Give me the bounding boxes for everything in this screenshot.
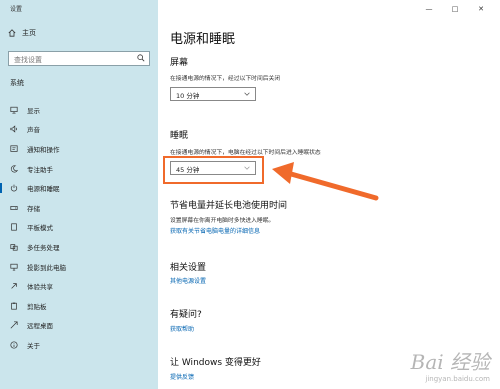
arrow-annotation <box>272 162 379 201</box>
screen-timeout-dropdown[interactable]: 10 分钟 <box>170 87 256 101</box>
search-icon <box>137 54 145 62</box>
other-power-settings-link[interactable]: 其他电源设置 <box>170 276 206 285</box>
share-icon <box>11 283 17 289</box>
home-icon <box>8 29 16 37</box>
screen-timeout-value: 10 分钟 <box>176 92 200 100</box>
battery-info-link[interactable]: 获取有关节省电脑电量的详细信息 <box>170 226 260 235</box>
sleep-heading: 睡眠 <box>170 131 189 141</box>
sidebar-item-project[interactable]: 投影到此电脑 <box>0 257 158 277</box>
sidebar-item-display[interactable]: 显示 <box>0 100 158 120</box>
highlight-annotation <box>163 156 264 184</box>
sidebar-item-clipboard[interactable]: 剪贴板 <box>0 296 158 316</box>
sidebar-item-about[interactable]: 关于 <box>0 335 158 355</box>
watermark-url: jingyan.baidu.com <box>425 375 490 383</box>
remote-icon <box>10 321 18 329</box>
monitor-icon <box>10 106 18 114</box>
window-title: 设置 <box>10 6 23 13</box>
sidebar-item-focus-assist[interactable]: 专注助手 <box>0 159 158 179</box>
sidebar-item-sound[interactable]: 声音 <box>0 120 158 140</box>
screen-heading: 屏幕 <box>170 58 189 68</box>
home-label: 主页 <box>22 29 36 37</box>
power-icon <box>10 184 18 192</box>
sidebar-item-power-sleep[interactable]: 电源和睡眠 <box>0 178 158 198</box>
sidebar: 设置 主页 查找设置 系统 显示 声音 通知和操作 专注助手 电源和睡眠 存储 … <box>0 0 158 389</box>
nav-list: 显示 声音 通知和操作 专注助手 电源和睡眠 存储 平板模式 多任务处理 投影到… <box>0 100 158 355</box>
sidebar-item-label: 平板模式 <box>27 224 53 233</box>
notification-icon <box>10 145 18 152</box>
sidebar-item-label: 多任务处理 <box>27 243 60 252</box>
sidebar-item-multitasking[interactable]: 多任务处理 <box>0 237 158 257</box>
feedback-heading: 让 Windows 变得更好 <box>170 358 261 368</box>
section-label: 系统 <box>10 79 24 87</box>
multitask-icon <box>10 244 18 251</box>
feedback-link[interactable]: 提供反馈 <box>170 372 194 381</box>
sidebar-item-notifications[interactable]: 通知和操作 <box>0 139 158 159</box>
storage-icon <box>10 205 18 210</box>
clipboard-icon <box>11 302 17 310</box>
search-placeholder: 查找设置 <box>14 56 42 64</box>
sidebar-item-label: 电源和睡眠 <box>27 185 60 194</box>
sidebar-item-label: 体验共享 <box>27 283 53 292</box>
sidebar-item-label: 投影到此电脑 <box>27 263 66 272</box>
sidebar-item-label: 通知和操作 <box>27 145 60 154</box>
moon-icon <box>10 165 18 173</box>
page-title: 电源和睡眠 <box>170 32 236 47</box>
search-input[interactable]: 查找设置 <box>8 51 150 66</box>
chevron-down-icon <box>244 92 250 96</box>
sidebar-item-label: 存储 <box>27 204 40 213</box>
sidebar-item-label: 剪贴板 <box>27 302 47 311</box>
screen-description: 在接通电源的情况下，经过以下时间后关闭 <box>170 76 281 82</box>
sidebar-item-tablet-mode[interactable]: 平板模式 <box>0 218 158 238</box>
sidebar-item-label: 远程桌面 <box>27 322 53 331</box>
watermark-text: Bai 经验 <box>410 350 490 374</box>
home-nav-item[interactable]: 主页 <box>8 28 36 38</box>
sidebar-item-label: 显示 <box>27 106 40 115</box>
question-heading: 有疑问? <box>170 310 202 320</box>
sidebar-item-label: 声音 <box>27 126 40 135</box>
related-heading: 相关设置 <box>170 263 207 273</box>
sidebar-item-remote-desktop[interactable]: 远程桌面 <box>0 316 158 336</box>
get-help-link[interactable]: 获取帮助 <box>170 324 194 333</box>
speaker-icon <box>10 125 17 133</box>
sidebar-item-storage[interactable]: 存储 <box>0 198 158 218</box>
sidebar-item-shared-experiences[interactable]: 体验共享 <box>0 276 158 296</box>
project-icon <box>10 263 18 271</box>
tablet-icon <box>11 223 17 231</box>
sidebar-item-label: 专注助手 <box>27 165 53 174</box>
sleep-description: 在接通电源的情况下，电脑在经过以下时间后进入睡眠状态 <box>170 150 321 156</box>
sidebar-item-label: 关于 <box>27 341 40 350</box>
watermark-logo: Bai 经验 jingyan.baidu.com <box>411 346 490 383</box>
info-icon <box>10 341 18 349</box>
battery-description: 设置屏幕在你离开电脑时多快进入睡眠。 <box>170 218 275 224</box>
